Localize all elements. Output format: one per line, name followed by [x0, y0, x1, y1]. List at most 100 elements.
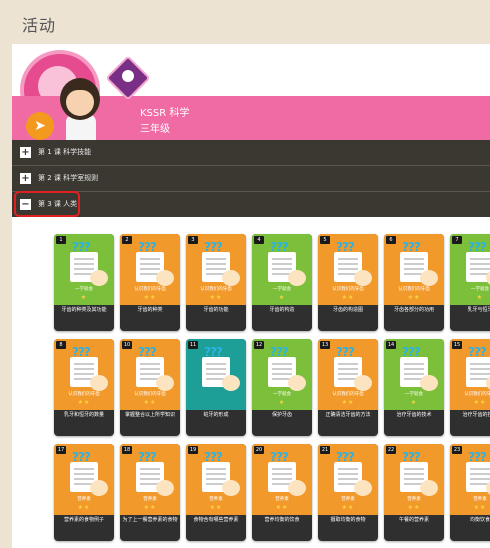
card-number: 3	[188, 236, 198, 244]
lesson-accordion: + 第 1 课 科学技能 + 第 2 课 科学室规则 − 第 3 课 人类	[12, 140, 490, 218]
card-title: 保护牙齿	[271, 412, 292, 418]
activity-card[interactable]: ??? 12 一学就会 ★ 保护牙齿	[252, 339, 312, 436]
card-title: 牙齿的种类	[137, 307, 163, 313]
planet-icon	[122, 70, 134, 82]
activity-card[interactable]: ??? 8 认识我们的牙齿 ★★ 乳牙和恒牙的数量	[54, 339, 114, 436]
mascot-icon	[156, 480, 174, 496]
activity-card[interactable]: ??? 11 蛀牙的形成	[186, 339, 246, 436]
card-number: 14	[386, 341, 396, 349]
minus-icon[interactable]: −	[20, 199, 31, 210]
star-rating: ★★	[473, 399, 487, 406]
card-number: 11	[188, 341, 198, 349]
card-subtitle: 营养素	[143, 497, 157, 502]
card-title: 乳牙与恒牙	[467, 307, 490, 313]
card-title: 牙齿各部分的功用	[393, 307, 434, 313]
card-subtitle: 一学就会	[75, 287, 93, 292]
star-rating: ★★	[77, 399, 91, 406]
card-subtitle: 营养素	[341, 497, 355, 502]
star-rating: ★	[80, 294, 88, 301]
mascot-icon	[354, 375, 372, 391]
paper-plane-icon: ➤	[34, 118, 46, 134]
card-title: 摄取均衡的食物	[330, 517, 366, 523]
star-rating: ★★	[143, 504, 157, 511]
card-title: 营养素的食物例子	[63, 517, 104, 523]
activity-card[interactable]: ??? 17 营养素 ★★ 营养素的食物例子	[54, 444, 114, 541]
mascot-icon	[222, 270, 240, 286]
activity-card[interactable]: ??? 19 营养素 ★★ 食物含有哪些营养素	[186, 444, 246, 541]
star-rating: ★★	[143, 294, 157, 301]
card-number: 19	[188, 446, 198, 454]
card-number: 7	[452, 236, 462, 244]
activity-card[interactable]: ??? 2 认识我们的牙齿 ★★ 牙齿的种类	[120, 234, 180, 331]
card-number: 13	[320, 341, 330, 349]
star-rating: ★	[278, 294, 286, 301]
activity-panel: ➤ KSSR 科学 三年级 + 第 1 课 科学技能 + 第 2 课 科学室规则…	[12, 44, 490, 548]
activity-card[interactable]: ??? 5 认识我们的牙齿 ★★ 牙齿的构造图	[318, 234, 378, 331]
activity-card[interactable]: ??? 4 一学就会 ★ 牙齿的构造	[252, 234, 312, 331]
card-title: 食物含有哪些营养素	[193, 517, 239, 523]
star-rating: ★★	[341, 399, 355, 406]
accordion-row-lesson-1[interactable]: + 第 1 课 科学技能	[12, 140, 490, 166]
activity-card[interactable]: ??? 1 一学就会 ★ 牙齿的种类及其功能	[54, 234, 114, 331]
course-grade: 三年级	[140, 124, 170, 135]
star-rating: ★★	[341, 294, 355, 301]
card-subtitle: 营养素	[473, 497, 487, 502]
mascot-icon	[288, 480, 306, 496]
plus-icon[interactable]: +	[20, 173, 31, 184]
star-rating: ★	[476, 294, 484, 301]
card-title: 蛀牙的形成	[203, 412, 229, 418]
card-title: 均衡饮食	[469, 517, 490, 523]
card-subtitle: 认识我们的牙齿	[68, 392, 100, 397]
card-title: 乳牙和恒牙的数量	[63, 412, 104, 418]
card-title: 牙齿的构造	[269, 307, 295, 313]
activity-grid: ??? 1 一学就会 ★ 牙齿的种类及其功能??? 2 认识我们的牙齿 ★★ 牙齿的种类??? 3…	[12, 217, 490, 548]
star-rating: ★★	[407, 504, 421, 511]
activity-card[interactable]: ??? 22 营养素 ★★ 午餐的营养素	[384, 444, 444, 541]
activity-card[interactable]: ??? 23 营养素 ★★ 均衡饮食	[450, 444, 490, 541]
activity-card[interactable]: ??? 14 一学就会 ★ 治疗牙齿的技术	[384, 339, 444, 436]
mascot-icon	[420, 375, 438, 391]
activity-card[interactable]: ??? 10 认识我们的牙齿 ★★ 掌握整合以上所学知识	[120, 339, 180, 436]
card-title: 牙齿的构造图	[332, 307, 363, 313]
activity-card[interactable]: ??? 3 认识我们的牙齿 ★★ 牙齿的功能	[186, 234, 246, 331]
activity-card[interactable]: ???15认识我们的牙齿★★治疗牙齿的技术	[450, 339, 490, 436]
card-number: 5	[320, 236, 330, 244]
card-subtitle: 认识我们的牙齿	[134, 392, 166, 397]
card-number: 8	[56, 341, 66, 349]
mascot-icon	[354, 270, 372, 286]
star-rating: ★★	[143, 399, 157, 406]
activity-card[interactable]: ??? 18 营养素 ★★ 为了上一餐营养素的食物	[120, 444, 180, 541]
accordion-row-lesson-3[interactable]: − 第 3 课 人类	[12, 191, 490, 218]
plus-icon[interactable]: +	[20, 147, 31, 158]
card-number: 12	[254, 341, 264, 349]
activity-card[interactable]: ??? 7 一学就会 ★ 乳牙与恒牙	[450, 234, 490, 331]
card-subtitle: 营养素	[77, 497, 91, 502]
card-subtitle: 认识我们的牙齿	[200, 287, 232, 292]
card-title: 牙齿的种类及其功能	[61, 307, 107, 313]
card-subtitle: 营养素	[275, 497, 289, 502]
activity-card[interactable]: ??? 13 认识我们的牙齿 ★★ 正确清洁牙齿的方法	[318, 339, 378, 436]
card-number: 20	[254, 446, 264, 454]
mascot-icon	[354, 480, 372, 496]
card-subtitle: 一学就会	[405, 392, 423, 397]
accordion-row-lesson-2[interactable]: + 第 2 课 科学室规则	[12, 166, 490, 192]
card-number: 10	[122, 341, 132, 349]
card-number: 6	[386, 236, 396, 244]
card-number: 18	[122, 446, 132, 454]
card-subtitle: 认识我们的牙齿	[134, 287, 166, 292]
mascot-icon	[90, 375, 108, 391]
back-button[interactable]: ➤	[26, 112, 54, 140]
card-subtitle: 认识我们的牙齿	[464, 392, 490, 397]
star-rating: ★	[278, 399, 286, 406]
card-number: 15	[452, 341, 462, 349]
card-number: 4	[254, 236, 264, 244]
mascot-icon	[222, 480, 240, 496]
accordion-label: 第 1 课 科学技能	[38, 148, 92, 156]
card-subtitle: 营养素	[209, 497, 223, 502]
star-rating: ★	[410, 399, 418, 406]
mascot-icon	[288, 375, 306, 391]
activity-card[interactable]: ??? 6 认识我们的牙齿 ★★ 牙齿各部分的功用	[384, 234, 444, 331]
activity-card[interactable]: ??? 21 营养素 ★★ 摄取均衡的食物	[318, 444, 378, 541]
activity-card[interactable]: ??? 20 营养素 ★★ 营养均衡的饮食	[252, 444, 312, 541]
mascot-icon	[288, 270, 306, 286]
